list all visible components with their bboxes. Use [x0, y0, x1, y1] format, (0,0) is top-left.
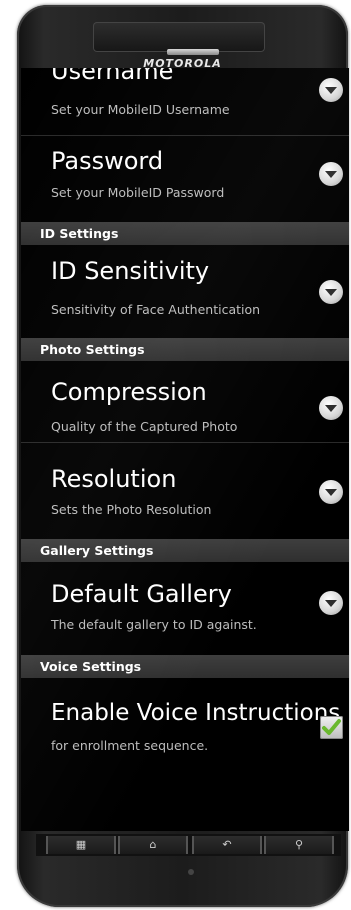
pref-summary: Quality of the Captured Photo — [51, 419, 238, 434]
pref-summary: Sets the Photo Resolution — [51, 502, 212, 517]
pref-title: Compression — [51, 378, 207, 406]
pref-enable-voice[interactable]: Enable Voice Instructions for enrollment… — [21, 678, 349, 758]
chevron-down-icon[interactable] — [319, 396, 343, 420]
pref-title: Username — [51, 68, 174, 85]
section-header-gallery: Gallery Settings — [21, 539, 349, 562]
speaker-slot — [167, 49, 219, 55]
pref-title: ID Sensitivity — [51, 257, 210, 285]
search-button[interactable]: ⚲ — [264, 836, 334, 854]
trackpad-dot — [188, 869, 194, 875]
section-header-photo: Photo Settings — [21, 338, 349, 361]
earpiece — [93, 22, 265, 52]
pref-summary: Set your MobileID Password — [51, 185, 225, 200]
pref-summary: Sensitivity of Face Authentication — [51, 302, 261, 317]
pref-summary: Set your MobileID Username — [51, 102, 230, 117]
pref-compression[interactable]: Compression Quality of the Captured Phot… — [21, 361, 349, 441]
chevron-down-icon[interactable] — [319, 162, 343, 186]
chevron-down-icon[interactable] — [319, 78, 343, 102]
chevron-down-icon[interactable] — [319, 591, 343, 615]
menu-button[interactable]: ▦ — [46, 836, 116, 854]
chevron-down-icon[interactable] — [319, 480, 343, 504]
pref-password[interactable]: Password Set your MobileID Password — [21, 136, 349, 206]
chevron-down-icon[interactable] — [319, 280, 343, 304]
section-header-id: ID Settings — [21, 222, 349, 245]
pref-default-gallery[interactable]: Default Gallery The default gallery to I… — [21, 562, 349, 642]
checkmark-icon — [322, 719, 341, 735]
voice-checkbox[interactable] — [320, 716, 343, 739]
home-button[interactable]: ⌂ — [118, 836, 188, 854]
nav-bar: ▦ ⌂ ↶ ⚲ — [36, 834, 341, 856]
section-header-voice: Voice Settings — [21, 655, 349, 678]
pref-id-sensitivity[interactable]: ID Sensitivity Sensitivity of Face Authe… — [21, 245, 349, 325]
settings-screen: Username Set your MobileID Username Pass… — [21, 68, 349, 831]
back-button[interactable]: ↶ — [192, 836, 262, 854]
pref-title: Default Gallery — [51, 580, 232, 608]
pref-title: Resolution — [51, 465, 177, 493]
pref-username[interactable]: Username Set your MobileID Username — [21, 68, 349, 135]
pref-resolution[interactable]: Resolution Sets the Photo Resolution — [21, 443, 349, 523]
pref-summary: for enrollment sequence. — [51, 738, 209, 753]
pref-summary: The default gallery to ID against. — [51, 617, 257, 632]
pref-title: Enable Voice Instructions — [51, 700, 341, 726]
pref-title: Password — [51, 147, 164, 175]
